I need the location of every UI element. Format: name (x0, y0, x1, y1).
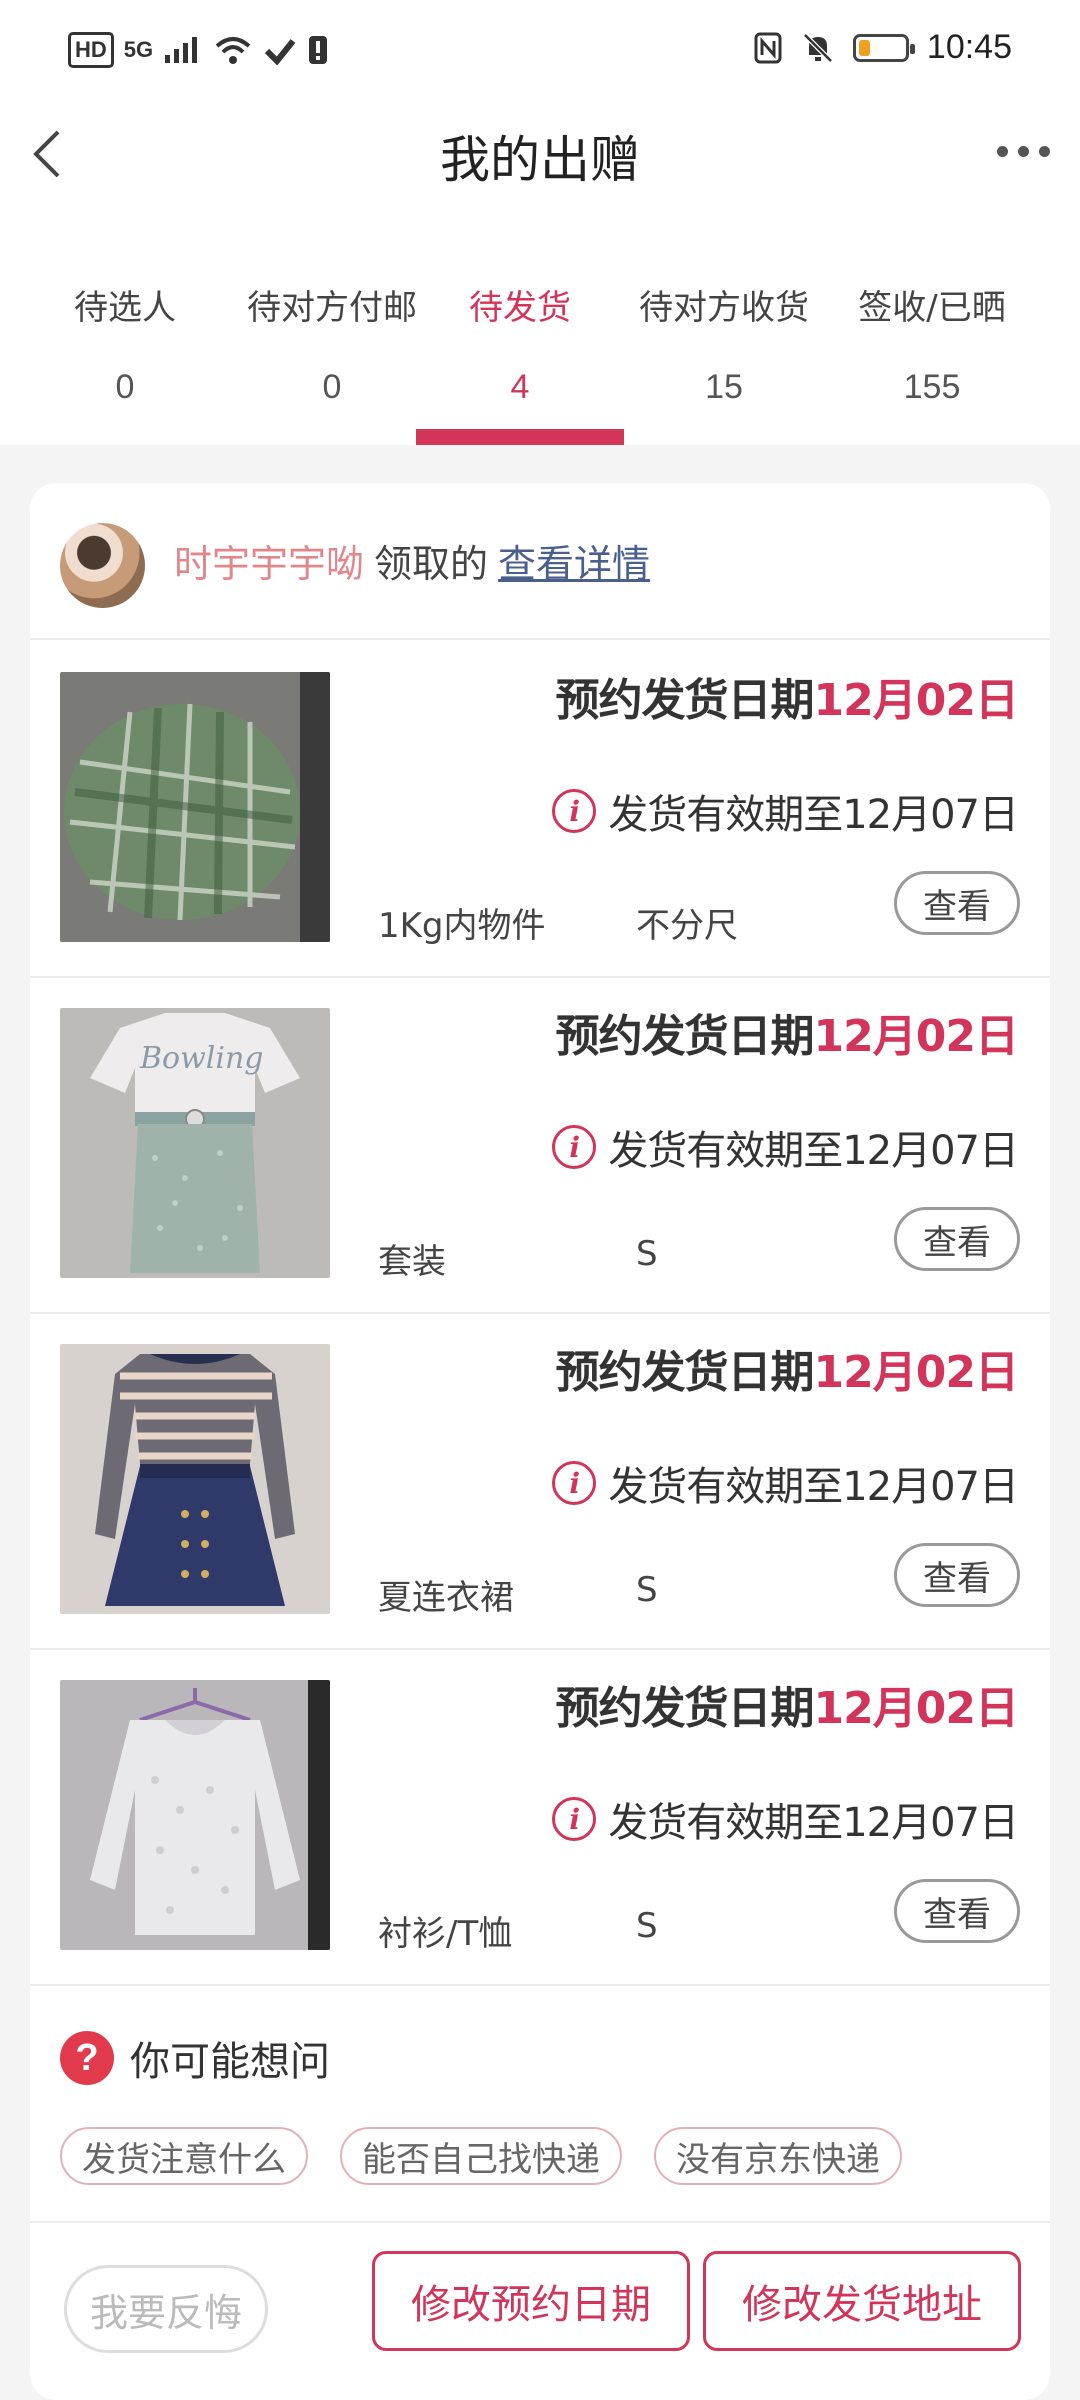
page-title: 我的出赠 (440, 131, 640, 189)
view-button[interactable]: 查看 (894, 871, 1020, 935)
schedule-date-value: 12月02日 (813, 675, 1019, 726)
view-button[interactable]: 查看 (894, 1543, 1020, 1607)
item-category: 衬衫/T恤 (378, 1914, 513, 1954)
schedule-date: 预约发货日期12月02日 (555, 1336, 1019, 1400)
valid-until: i 发货有效期至12月07日 (552, 782, 1019, 840)
info-icon[interactable]: i (552, 789, 597, 833)
schedule-date-value: 12月02日 (813, 1683, 1019, 1734)
item-category: 1Kg内物件 (378, 906, 546, 946)
change-address-button[interactable]: 修改发货地址 (703, 2251, 1021, 2351)
item-photo[interactable]: Bowling (60, 1008, 330, 1278)
schedule-date-value: 12月02日 (813, 1347, 1019, 1398)
item-photo[interactable] (60, 1344, 330, 1614)
valid-text: 发货有效期至12月07日 (608, 792, 1019, 838)
network-type: 5G (123, 37, 154, 62)
alert-icon (309, 36, 328, 64)
faq-chip[interactable]: 发货注意什么 (60, 2127, 308, 2185)
app-header: 我的出赠 (0, 100, 1080, 250)
nfc-icon (754, 32, 782, 63)
schedule-label: 预约发货日期 (555, 1011, 815, 1062)
tab-received[interactable]: 签收/已晒 155 (824, 250, 1040, 445)
order-card: 时宇宇宇呦 领取的 查看详情 预约发货日期12月02日 i 发货有效期至12月07日 … (30, 483, 1050, 2400)
avatar[interactable] (60, 523, 145, 608)
schedule-date: 预约发货日期12月02日 (555, 1000, 1019, 1064)
item-photo[interactable] (60, 672, 330, 942)
valid-until: i 发货有效期至12月07日 (552, 1454, 1019, 1512)
item-category: 夏连衣裙 (378, 1578, 514, 1618)
faq-section: ? 你可能想问 发货注意什么 能否自己找快递 没有京东快递 (30, 1987, 1050, 2223)
tab-label: 待对方收货 (639, 288, 809, 328)
faq-chip[interactable]: 没有京东快递 (654, 2127, 902, 2185)
faq-title: 你可能想问 (130, 2039, 330, 2085)
valid-text: 发货有效期至12月07日 (608, 1128, 1019, 1174)
question-icon: ? (60, 2031, 114, 2085)
link-icon (265, 39, 296, 65)
view-button[interactable]: 查看 (894, 1207, 1020, 1271)
donor-action-text: 领取的 (374, 542, 489, 586)
action-bar: 我要反悔 修改预约日期 修改发货地址 (30, 2225, 1050, 2385)
schedule-date: 预约发货日期12月02日 (555, 664, 1019, 728)
status-left: HD 5G (68, 32, 329, 68)
item-photo[interactable] (60, 1680, 330, 1950)
schedule-label: 预约发货日期 (555, 1347, 815, 1398)
tab-pending-receipt[interactable]: 待对方收货 15 (624, 250, 824, 445)
hd-icon: HD (68, 32, 114, 68)
status-right: 10:45 (753, 28, 1012, 67)
view-details-link[interactable]: 查看详情 (498, 542, 650, 586)
item-category: 套装 (378, 1242, 446, 1282)
battery-fill (858, 39, 870, 56)
more-icon[interactable] (997, 146, 1050, 157)
tab-label: 签收/已晒 (858, 288, 1006, 328)
signal-icon (165, 37, 198, 63)
tab-count: 155 (903, 368, 961, 406)
schedule-label: 预约发货日期 (555, 1683, 815, 1734)
item-size: S (636, 1906, 658, 1946)
faq-chip[interactable]: 能否自己找快递 (340, 2127, 622, 2185)
valid-until: i 发货有效期至12月07日 (552, 1790, 1019, 1848)
donor-row: 时宇宇宇呦 领取的 查看详情 (30, 483, 1050, 640)
valid-until: i 发货有效期至12月07日 (552, 1118, 1019, 1176)
info-icon[interactable]: i (552, 1461, 597, 1505)
faq-chips: 发货注意什么 能否自己找快递 没有京东快递 (60, 2127, 902, 2185)
schedule-label: 预约发货日期 (555, 675, 815, 726)
change-date-button[interactable]: 修改预约日期 (372, 2251, 690, 2351)
status-tabs: 待选人 0 待对方付邮 0 待发货 4 待对方收货 15 签收/已晒 155 (0, 250, 1080, 445)
donor-line: 时宇宇宇呦 领取的 查看详情 (174, 533, 650, 588)
valid-text: 发货有效期至12月07日 (608, 1464, 1019, 1510)
svg-text:Bowling: Bowling (139, 1041, 264, 1076)
regret-button[interactable]: 我要反悔 (64, 2265, 268, 2353)
list-item[interactable]: 预约发货日期12月02日 i 发货有效期至12月07日 衬衫/T恤 S 查看 (30, 1650, 1050, 1986)
list-item[interactable]: 预约发货日期12月02日 i 发货有效期至12月07日 夏连衣裙 S 查看 (30, 1314, 1050, 1650)
tab-pending-ship[interactable]: 待发货 4 (416, 250, 624, 445)
info-icon[interactable]: i (552, 1797, 597, 1841)
schedule-date: 预约发货日期12月02日 (555, 1672, 1019, 1736)
list-item[interactable]: Bowling 预约发货日期12月02日 i 发货有效期至12月07日 套装 S … (30, 978, 1050, 1314)
tab-count: 4 (510, 368, 530, 406)
faq-header: ? 你可能想问 (60, 2029, 330, 2087)
mute-icon (803, 32, 833, 63)
list-item[interactable]: 预约发货日期12月02日 i 发货有效期至12月07日 1Kg内物件 不分尺 查看 (30, 642, 1050, 978)
wifi-icon (215, 37, 251, 64)
tab-label: 待发货 (469, 288, 571, 328)
clock: 10:45 (926, 28, 1012, 66)
battery-icon (852, 33, 915, 62)
info-icon[interactable]: i (552, 1125, 597, 1169)
schedule-date-value: 12月02日 (813, 1011, 1019, 1062)
view-button[interactable]: 查看 (894, 1879, 1020, 1943)
item-size: S (636, 1570, 658, 1610)
item-size: 不分尺 (636, 906, 738, 946)
valid-text: 发货有效期至12月07日 (608, 1800, 1019, 1846)
donor-name[interactable]: 时宇宇宇呦 (174, 542, 364, 586)
tab-count: 15 (705, 368, 743, 406)
item-size: S (636, 1234, 658, 1274)
status-bar: HD 5G 10:45 (0, 0, 1080, 100)
